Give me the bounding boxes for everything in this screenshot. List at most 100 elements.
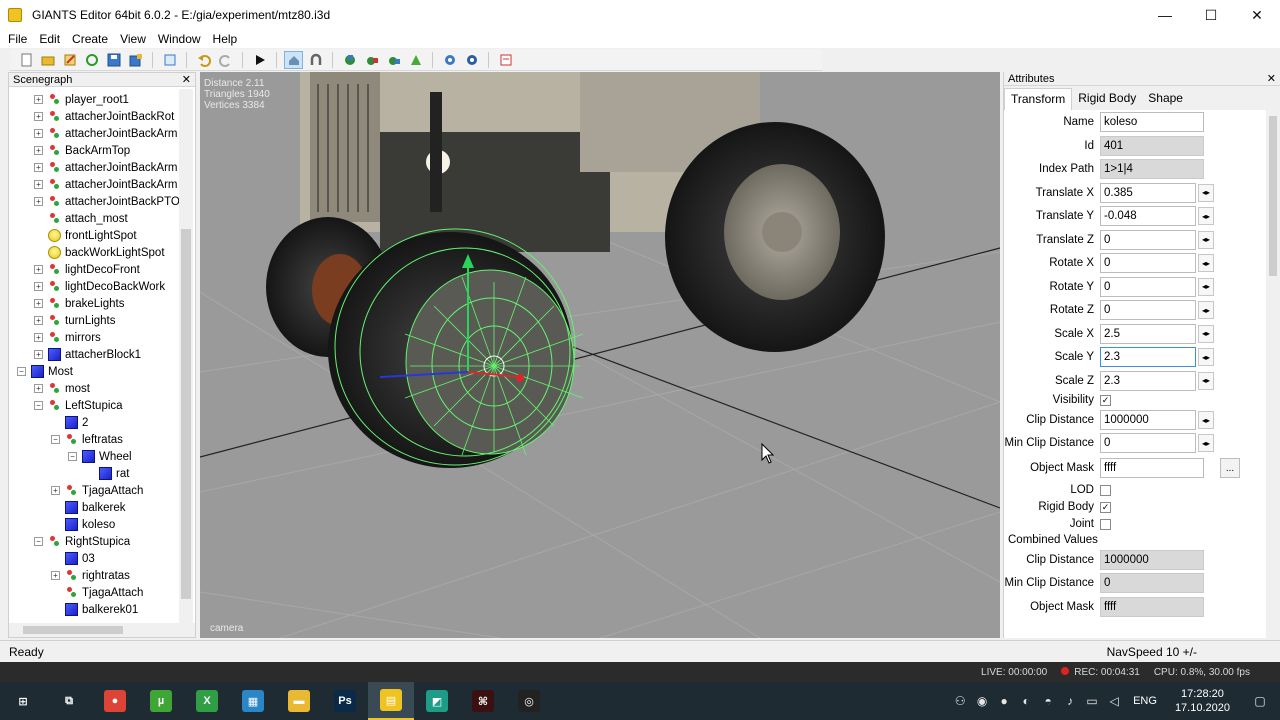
tree-node[interactable]: balkerek — [51, 499, 125, 516]
visibility-checkbox[interactable]: ✓ — [1100, 394, 1111, 406]
edit-icon[interactable] — [60, 51, 79, 69]
tree-node[interactable]: + attacherBlock1 — [34, 346, 141, 363]
expand-icon[interactable]: + — [34, 146, 43, 155]
menu-edit[interactable]: Edit — [39, 32, 60, 46]
joint-checkbox[interactable] — [1100, 518, 1111, 530]
rotate-x-input[interactable] — [1100, 253, 1196, 273]
people-icon[interactable]: ⚇ — [949, 694, 971, 708]
new-file-icon[interactable] — [16, 51, 35, 69]
scenegraph-tree[interactable]: + player_root1 + attacherJointBackRot + attac… — [9, 89, 181, 621]
attributes-vertical-scrollbar[interactable] — [1266, 88, 1280, 638]
tree-node[interactable]: 2 — [51, 414, 88, 431]
undo-icon[interactable] — [194, 51, 213, 69]
export-icon[interactable] — [160, 51, 179, 69]
photoshop-taskbar-icon[interactable]: Ps — [322, 682, 368, 720]
expand-icon[interactable]: + — [34, 384, 43, 393]
tree-node[interactable]: + TjagaAttach — [51, 482, 143, 499]
save-icon[interactable] — [104, 51, 123, 69]
tree-node[interactable]: + attacherJointBackArm — [34, 176, 178, 193]
menu-file[interactable]: File — [8, 32, 27, 46]
rotate-z-input[interactable] — [1100, 300, 1196, 320]
tree-node[interactable]: + lightDecoFront — [34, 261, 140, 278]
tool-b-icon[interactable] — [362, 51, 381, 69]
play-icon[interactable] — [250, 51, 269, 69]
scale-y-spinner-icon[interactable]: ◂▸ — [1198, 348, 1214, 366]
microphone-icon[interactable]: ♪ — [1059, 694, 1081, 708]
select-mode-icon[interactable] — [284, 50, 303, 69]
clock[interactable]: 17:28:20 17.10.2020 — [1175, 687, 1230, 715]
tray-app-icon[interactable]: ◉ — [971, 694, 993, 708]
obs-taskbar-icon[interactable]: ◎ — [506, 682, 552, 720]
translate-y-spinner-icon[interactable]: ◂▸ — [1198, 207, 1214, 225]
collapse-icon[interactable]: − — [51, 435, 60, 444]
start-taskbar-icon[interactable]: ⊞ — [0, 682, 46, 720]
clip-distance-spinner-icon[interactable]: ◂▸ — [1198, 411, 1214, 429]
tree-node[interactable]: − RightStupica — [34, 533, 130, 550]
rotate-x-spinner-icon[interactable]: ◂▸ — [1198, 254, 1214, 272]
store-taskbar-icon[interactable]: ▦ — [230, 682, 276, 720]
3d-viewport[interactable]: Distance 2.11 Triangles 1940 Vertices 33… — [200, 72, 1000, 638]
tree-node[interactable]: − leftratas — [51, 431, 123, 448]
refresh-icon[interactable] — [82, 51, 101, 69]
utorrent-taskbar-icon[interactable]: µ — [138, 682, 184, 720]
open-folder-icon[interactable] — [38, 51, 57, 69]
expand-icon[interactable]: + — [34, 180, 43, 189]
scale-y-input[interactable] — [1100, 347, 1196, 367]
tree-node[interactable]: balkerek01 — [51, 601, 138, 618]
scrollbar-thumb[interactable] — [1269, 116, 1277, 276]
settings-icon[interactable] — [440, 51, 459, 69]
tree-node[interactable]: TjagaAttach — [51, 584, 143, 601]
tree-node[interactable]: rat — [85, 465, 129, 482]
expand-icon[interactable]: + — [34, 197, 43, 206]
explorer-taskbar-icon[interactable]: ▬ — [276, 682, 322, 720]
expand-icon[interactable]: + — [34, 265, 43, 274]
expand-icon[interactable]: + — [51, 571, 60, 580]
save-as-icon[interactable] — [126, 51, 145, 69]
object-mask-browse-button[interactable]: ... — [1220, 458, 1240, 478]
rotate-z-spinner-icon[interactable]: ◂▸ — [1198, 301, 1214, 319]
object-mask-input[interactable] — [1100, 458, 1204, 478]
scrollbar-thumb[interactable] — [181, 229, 191, 599]
expand-icon[interactable]: + — [51, 486, 60, 495]
app-dark-taskbar-icon[interactable]: ⌘ — [460, 682, 506, 720]
menu-view[interactable]: View — [120, 32, 146, 46]
menu-window[interactable]: Window — [158, 32, 201, 46]
expand-icon[interactable]: + — [34, 163, 43, 172]
tree-node[interactable]: backWorkLightSpot — [34, 244, 165, 261]
translate-y-input[interactable] — [1100, 206, 1196, 226]
maximize-button[interactable]: ☐ — [1188, 0, 1234, 30]
tree-node[interactable]: frontLightSpot — [34, 227, 137, 244]
lod-checkbox[interactable] — [1100, 484, 1111, 496]
tree-node[interactable]: koleso — [51, 516, 115, 533]
tree-node[interactable]: + most — [34, 380, 90, 397]
tool-a-icon[interactable] — [340, 51, 359, 69]
tree-node[interactable]: + attacherJointBackArm — [34, 159, 178, 176]
tool-c-icon[interactable] — [384, 51, 403, 69]
menu-create[interactable]: Create — [72, 32, 108, 46]
scenegraph-vertical-scrollbar[interactable] — [179, 89, 193, 623]
tab-rigid-body[interactable]: Rigid Body — [1072, 88, 1142, 110]
tray-app-icon[interactable]: ● — [993, 694, 1015, 708]
scale-z-input[interactable] — [1100, 370, 1196, 391]
expand-icon[interactable]: + — [34, 316, 43, 325]
minimize-button[interactable]: — — [1142, 0, 1188, 30]
collapse-icon[interactable]: − — [34, 537, 43, 546]
scale-x-spinner-icon[interactable]: ◂▸ — [1198, 324, 1214, 343]
tool-d-icon[interactable] — [406, 51, 425, 69]
script-icon[interactable] — [496, 51, 515, 69]
app-green-taskbar-icon[interactable]: ◩ — [414, 682, 460, 720]
rigid-body-checkbox[interactable]: ✓ — [1100, 501, 1111, 513]
tree-node[interactable]: + attacherJointBackRot — [34, 108, 174, 125]
translate-z-input[interactable] — [1100, 229, 1196, 250]
expand-icon[interactable]: + — [34, 299, 43, 308]
notifications-icon[interactable]: ▢ — [1240, 694, 1280, 708]
tree-node[interactable]: + mirrors — [34, 329, 101, 346]
scale-z-spinner-icon[interactable]: ◂▸ — [1198, 371, 1214, 390]
tab-transform[interactable]: Transform — [1004, 88, 1073, 110]
expand-icon[interactable]: + — [34, 350, 43, 359]
giants-editor-taskbar-icon[interactable]: ▤ — [368, 682, 414, 720]
clip-distance-input[interactable] — [1100, 410, 1196, 430]
tree-node[interactable]: + BackArmTop — [34, 142, 130, 159]
menu-help[interactable]: Help — [213, 32, 238, 46]
settings-alt-icon[interactable] — [462, 51, 481, 69]
